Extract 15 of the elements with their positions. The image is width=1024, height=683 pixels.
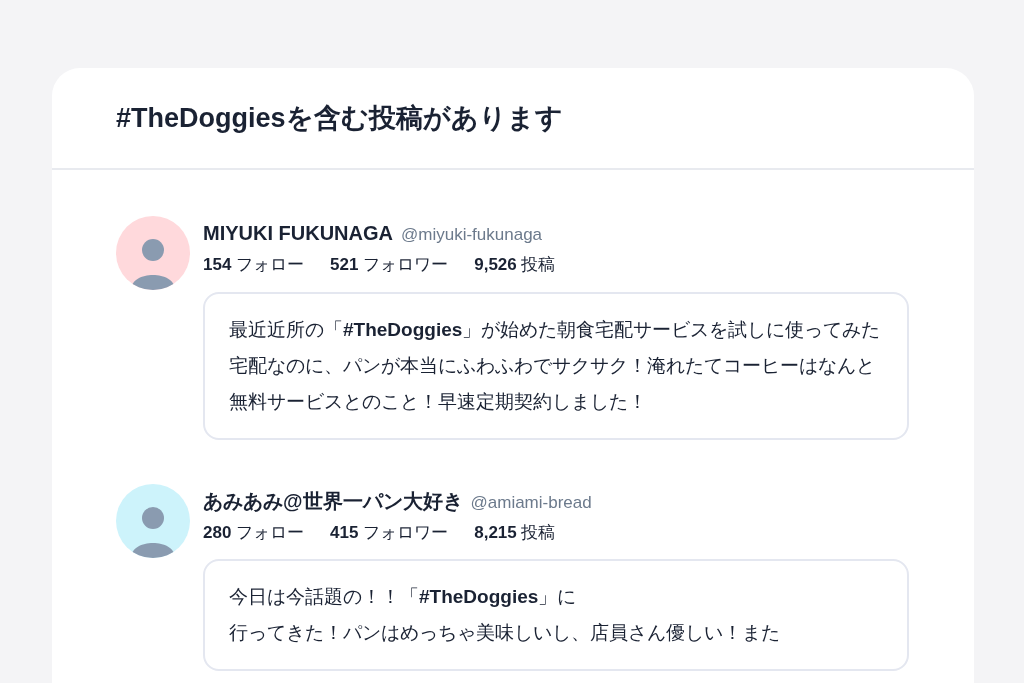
- post-text: 行ってきた！パンはめっちゃ美味しいし、店員さん優しい！また: [229, 621, 781, 645]
- user-handle: @amiami-bread: [470, 491, 592, 514]
- user-stat: 521 フォロワー: [330, 254, 449, 276]
- user-name: MIYUKI FUKUNAGA: [203, 221, 393, 246]
- user-name: あみあみ@世界一パン大好き: [203, 488, 463, 514]
- page-title: #TheDoggiesを含む投稿があります: [116, 101, 563, 135]
- user-handle: @miyuki-fukunaga: [401, 224, 543, 246]
- user-stat: 154 フォロー: [203, 254, 305, 276]
- post-text: 最近近所の「#TheDoggies」が始めた朝食宅配サービスを試しに使ってみた: [229, 317, 882, 342]
- user-stat: 280 フォロー: [203, 521, 305, 544]
- post-text: 宅配なのに、パンが本当にふわふわでサクサク！淹れたてコーヒーはなんと無料サービスとのこと！早速定期契約しました！: [229, 353, 876, 414]
- user-stat: 415 フォロワー: [330, 521, 449, 544]
- user-stat: 9,526 投稿: [474, 254, 556, 276]
- user-stat: 8,215 投稿: [474, 521, 556, 544]
- post-text: 今日は今話題の！！「#TheDoggies」に: [229, 585, 578, 609]
